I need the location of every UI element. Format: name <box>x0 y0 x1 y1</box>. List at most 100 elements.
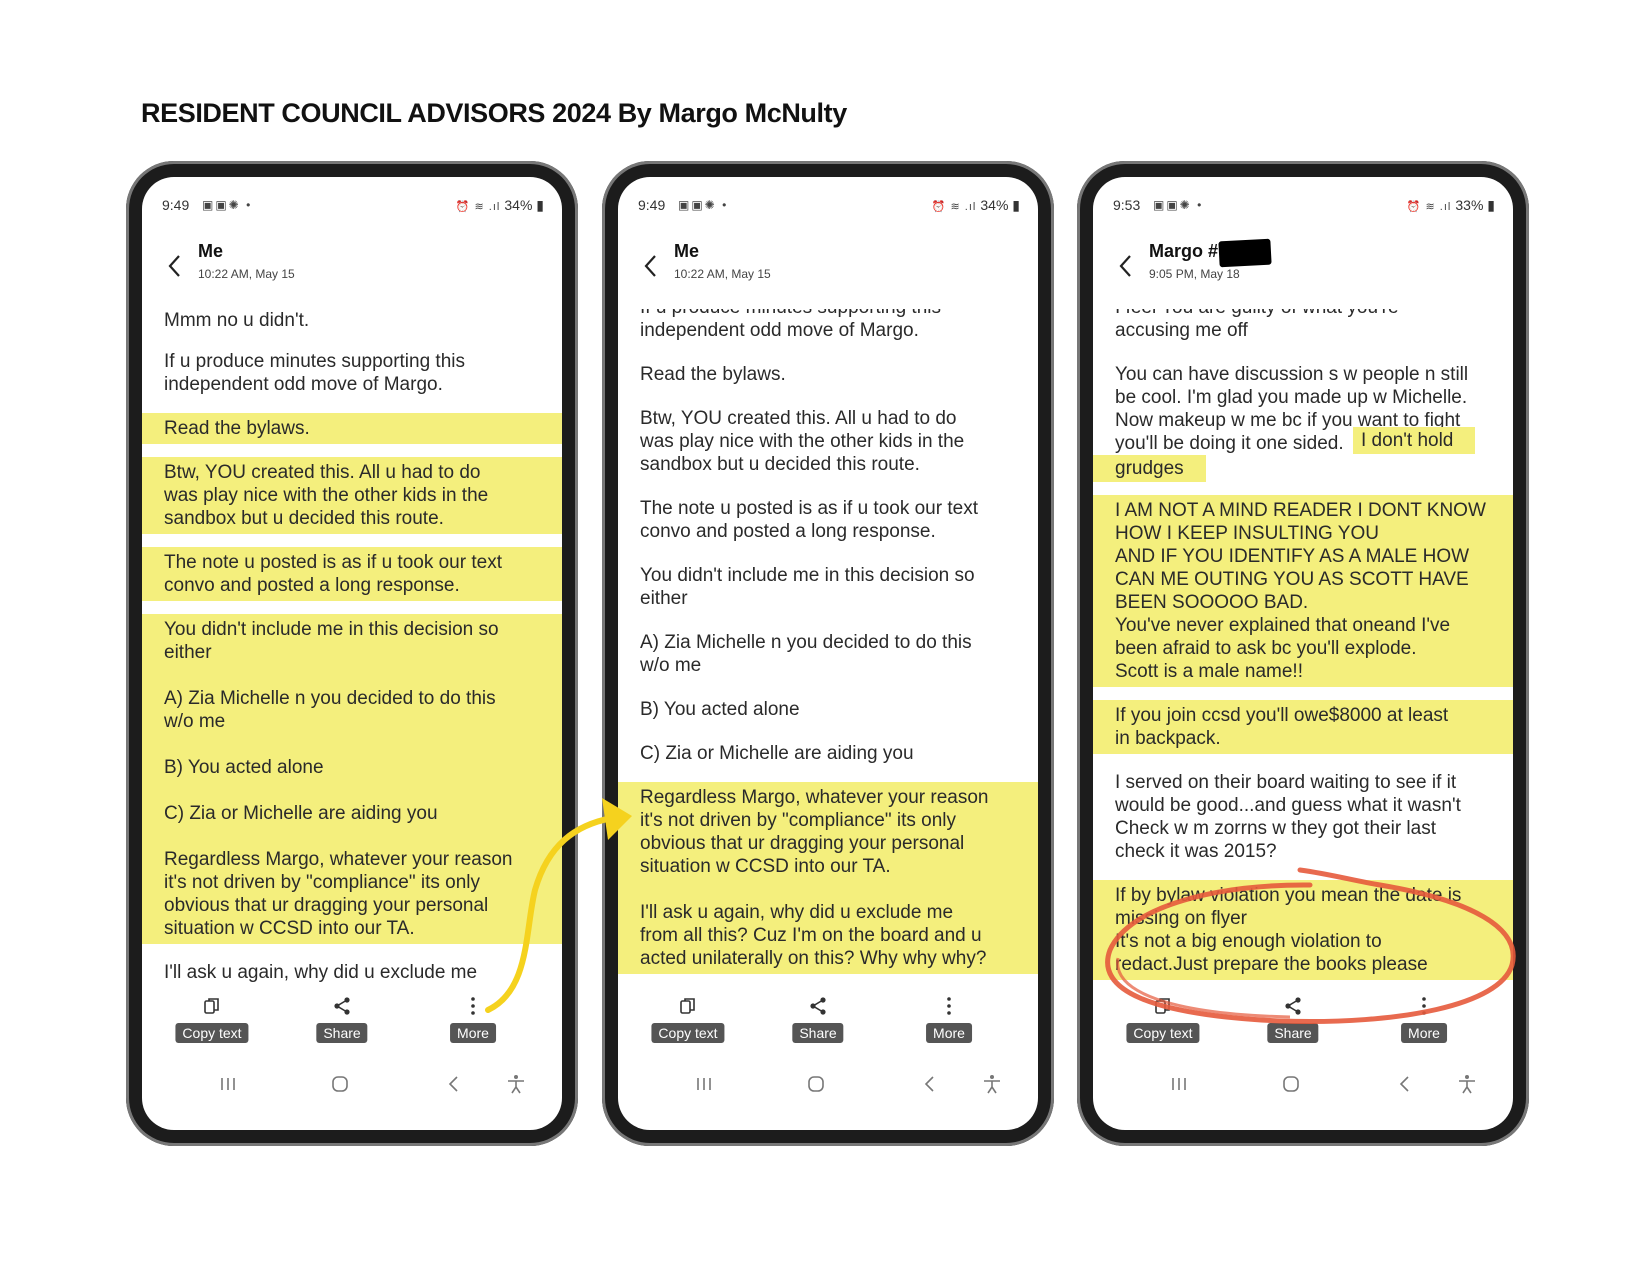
home-icon[interactable] <box>804 1073 828 1095</box>
share-icon <box>334 997 350 1015</box>
contact-name: Margo # <box>1149 241 1219 261</box>
signal-icons: ⏰ ≋ .ıl <box>931 201 977 213</box>
highlighted-paragraph: The note u posted is as if u took our te… <box>142 547 562 601</box>
message-paragraph: Btw, YOU created this. All u had to do w… <box>640 408 965 475</box>
conversation-header: Margo # 9:05 PM, May 18 <box>1093 238 1513 291</box>
conversation-header: Me 10:22 AM, May 15 <box>618 241 1038 291</box>
phone-screenshot-3: 9:53 ▣▣✺ • ⏰ ≋ .ıl 33% ▮ Margo # 9:05 PM,… <box>1077 161 1529 1146</box>
back-arrow-icon[interactable] <box>640 253 662 279</box>
more-label: More <box>1401 1023 1447 1043</box>
page-title: RESIDENT COUNCIL ADVISORS 2024 By Margo … <box>141 98 847 128</box>
more-label: More <box>450 1023 496 1043</box>
android-nav-bar <box>142 1063 562 1103</box>
back-arrow-icon[interactable] <box>164 253 186 279</box>
copy-icon <box>680 998 695 1014</box>
share-button[interactable]: Share <box>1248 993 1338 1051</box>
message-paragraph: You didn't include me in this decision s… <box>640 565 975 609</box>
status-time: 9:53 <box>1113 197 1141 213</box>
battery-icon: ▮ <box>532 197 544 213</box>
copy-text-button[interactable]: Copy text <box>643 993 733 1051</box>
nav-back-icon[interactable] <box>442 1073 466 1095</box>
copy-icon <box>204 998 219 1014</box>
android-nav-bar <box>618 1063 1038 1103</box>
message-timestamp: 9:05 PM, May 18 <box>1149 267 1240 281</box>
message-timestamp: 10:22 AM, May 15 <box>198 267 295 281</box>
accessibility-icon[interactable] <box>504 1073 528 1095</box>
more-button[interactable]: More <box>428 993 518 1051</box>
message-paragraph: A) Zia Michelle n you decided to do this… <box>640 632 972 676</box>
message-paragraph: If u produce minutes supporting this ind… <box>640 309 941 341</box>
copy-text-button[interactable]: Copy text <box>1118 993 1208 1051</box>
contact-name: Me <box>198 241 224 261</box>
message-paragraph: B) You acted alone <box>640 699 800 720</box>
battery-level: 34% <box>504 197 533 213</box>
status-bar: 9:49 ▣▣✺ • ⏰ ≋ .ıl 34% ▮ <box>638 197 1020 217</box>
highlighted-paragraph: If by bylaw violation you mean the date … <box>1093 880 1513 980</box>
battery-level: 34% <box>980 197 1009 213</box>
nav-back-icon[interactable] <box>918 1073 942 1095</box>
message-paragraph: If u produce minutes supporting this ind… <box>164 351 466 395</box>
share-label: Share <box>792 1023 844 1043</box>
action-toolbar: Copy text Share More <box>1093 993 1513 1053</box>
status-bar: 9:49 ▣▣✺ • ⏰ ≋ .ıl 34% ▮ <box>162 197 544 217</box>
action-toolbar: Copy text Share More <box>142 993 562 1053</box>
recent-apps-icon[interactable] <box>1167 1073 1191 1095</box>
phone-screen: 9:49 ▣▣✺ • ⏰ ≋ .ıl 34% ▮ Me 10:22 AM, May… <box>618 177 1038 1130</box>
message-paragraph: The note u posted is as if u took our te… <box>640 498 978 542</box>
message-text-area: If u produce minutes supporting this ind… <box>618 309 1038 991</box>
share-label: Share <box>1267 1023 1319 1043</box>
signal-icons: ⏰ ≋ .ıl <box>1406 201 1452 213</box>
more-vertical-icon <box>471 997 475 1015</box>
highlighted-paragraph: Btw, YOU created this. All u had to do w… <box>142 457 562 534</box>
home-icon[interactable] <box>328 1073 352 1095</box>
highlighted-paragraph: I AM NOT A MIND READER I DONT KNOW HOW I… <box>1093 495 1513 687</box>
action-toolbar: Copy text Share More <box>618 993 1038 1053</box>
notification-icons: ▣▣✺ • <box>678 198 729 212</box>
copy-text-button[interactable]: Copy text <box>167 993 257 1051</box>
message-text-area: Mmm no u didn't. If u produce minutes su… <box>142 309 562 991</box>
message-timestamp: 10:22 AM, May 15 <box>674 267 771 281</box>
recent-apps-icon[interactable] <box>216 1073 240 1095</box>
redaction-mark <box>1218 238 1272 268</box>
highlighted-phrase: I don't hold <box>1353 427 1476 454</box>
phone-screen: 9:49 ▣▣✺ • ⏰ ≋ .ıl 34% ▮ Me 10:22 AM, May… <box>142 177 562 1130</box>
highlighted-paragraph: Read the bylaws. <box>142 413 562 444</box>
highlighted-paragraph: You didn't include me in this decision s… <box>142 614 562 944</box>
battery-icon: ▮ <box>1008 197 1020 213</box>
more-button[interactable]: More <box>904 993 994 1051</box>
highlighted-paragraph: Regardless Margo, whatever your reason i… <box>618 782 1038 974</box>
message-paragraph: I feel You are guilty of what you're acc… <box>1115 309 1399 341</box>
phone-screenshot-2: 9:49 ▣▣✺ • ⏰ ≋ .ıl 34% ▮ Me 10:22 AM, May… <box>602 161 1054 1146</box>
phone-screenshot-1: 9:49 ▣▣✺ • ⏰ ≋ .ıl 34% ▮ Me 10:22 AM, May… <box>126 161 578 1146</box>
status-time: 9:49 <box>162 197 190 213</box>
nav-back-icon[interactable] <box>1393 1073 1417 1095</box>
status-bar: 9:53 ▣▣✺ • ⏰ ≋ .ıl 33% ▮ <box>1113 197 1495 217</box>
more-vertical-icon <box>1422 997 1426 1015</box>
message-paragraph: I served on their board waiting to see i… <box>1115 772 1461 862</box>
copy-text-label: Copy text <box>175 1023 249 1043</box>
share-button[interactable]: Share <box>773 993 863 1051</box>
message-paragraph: Read the bylaws. <box>640 364 786 385</box>
battery-level: 33% <box>1455 197 1484 213</box>
recent-apps-icon[interactable] <box>692 1073 716 1095</box>
phone-screen: 9:53 ▣▣✺ • ⏰ ≋ .ıl 33% ▮ Margo # 9:05 PM,… <box>1093 177 1513 1130</box>
back-arrow-icon[interactable] <box>1115 253 1137 279</box>
accessibility-icon[interactable] <box>1455 1073 1479 1095</box>
highlighted-phrase: grudges <box>1093 455 1206 482</box>
home-icon[interactable] <box>1279 1073 1303 1095</box>
more-button[interactable]: More <box>1379 993 1469 1051</box>
contact-name: Me <box>674 241 700 261</box>
conversation-header: Me 10:22 AM, May 15 <box>142 241 562 291</box>
copy-icon <box>1155 998 1170 1014</box>
share-icon <box>1285 997 1301 1015</box>
signal-icons: ⏰ ≋ .ıl <box>455 201 501 213</box>
battery-icon: ▮ <box>1483 197 1495 213</box>
share-label: Share <box>316 1023 368 1043</box>
notification-icons: ▣▣✺ • <box>1153 198 1204 212</box>
copy-text-label: Copy text <box>1126 1023 1200 1043</box>
message-paragraph: I'll ask u again, why did u exclude me <box>164 962 478 983</box>
copy-text-label: Copy text <box>651 1023 725 1043</box>
android-nav-bar <box>1093 1063 1513 1103</box>
share-button[interactable]: Share <box>297 993 387 1051</box>
accessibility-icon[interactable] <box>980 1073 1004 1095</box>
